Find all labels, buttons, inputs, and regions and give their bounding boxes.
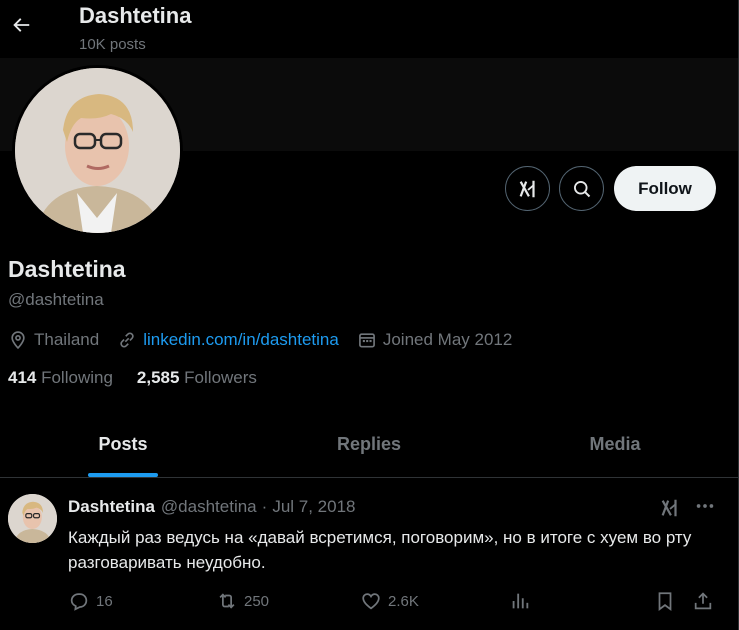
reply-button[interactable]: 16: [68, 590, 113, 612]
profile-stats: 414 Following 2,585 Followers: [8, 368, 281, 388]
views-button[interactable]: [509, 590, 537, 612]
joined-date: Joined May 2012: [357, 330, 512, 350]
followers-label: Followers: [184, 368, 257, 387]
website: linkedin.com/in/dashtetina: [117, 330, 339, 350]
avatar-photo: [15, 68, 180, 233]
location: Thailand: [8, 330, 99, 350]
tab-media[interactable]: Media: [492, 412, 738, 477]
joined-text: Joined May 2012: [382, 330, 513, 349]
link-icon: [120, 332, 134, 348]
like-button[interactable]: 2.6K: [360, 590, 419, 612]
profile-tabs: Posts Replies Media: [0, 412, 738, 478]
profile-meta: Thailand linkedin.com/in/dashtetina Join…: [8, 328, 530, 352]
tab-media-label: Media: [589, 434, 641, 454]
bookmark-button[interactable]: [654, 590, 682, 612]
search-button[interactable]: [559, 166, 604, 211]
tweet[interactable]: Dashtetina @dashtetina · Jul 7, 2018 Каж…: [0, 479, 738, 630]
tab-replies[interactable]: Replies: [246, 412, 492, 477]
following-label: Following: [41, 368, 113, 387]
profile-avatar[interactable]: [12, 65, 183, 236]
arrow-left-icon: [13, 18, 30, 32]
tweet-actions: 16 250 2.6K: [68, 590, 718, 614]
following-link[interactable]: 414 Following: [8, 368, 113, 388]
repost-icon: [219, 593, 235, 609]
reply-icon: [70, 593, 88, 611]
tweet-avatar[interactable]: [8, 494, 57, 543]
profile-handle: @dashtetina: [8, 290, 104, 309]
more-horizontal-icon: [696, 504, 714, 508]
followers-link[interactable]: 2,585 Followers: [137, 368, 257, 388]
top-bar: Dashtetina 10K posts: [0, 0, 738, 58]
following-count: 414: [8, 368, 42, 387]
repost-button[interactable]: 250: [216, 590, 269, 612]
tweet-author-name[interactable]: Dashtetina: [68, 497, 155, 517]
profile-column: Dashtetina 10K posts Follow Dashtetina @…: [0, 0, 739, 630]
page-title: Dashtetina: [79, 3, 192, 28]
tweet-header: Dashtetina @dashtetina · Jul 7, 2018: [68, 497, 356, 517]
heart-icon: [362, 593, 380, 610]
tweet-text: Каждый раз ведусь на «давай всретимся, п…: [68, 528, 692, 572]
reply-count: 16: [96, 592, 113, 610]
tweet-author-handle[interactable]: @dashtetina: [161, 497, 257, 517]
share-icon: [694, 592, 712, 610]
grok-icon: [519, 180, 535, 197]
tab-posts-label: Posts: [98, 434, 148, 454]
location-text: Thailand: [34, 330, 100, 349]
tweet-separator: ·: [261, 497, 268, 516]
tab-posts[interactable]: Posts: [0, 412, 246, 477]
bookmark-icon: [658, 592, 672, 611]
tweet-grok-button[interactable]: [659, 497, 681, 524]
profile-name: Dashtetina: [8, 256, 126, 282]
back-button[interactable]: [4, 8, 38, 42]
post-count: 10K posts: [79, 36, 146, 53]
calendar-icon: [358, 333, 375, 348]
share-button[interactable]: [692, 590, 720, 612]
search-icon: [573, 180, 590, 197]
follow-button[interactable]: Follow: [614, 166, 716, 211]
grok-button[interactable]: [505, 166, 550, 211]
tab-replies-label: Replies: [336, 434, 402, 454]
website-link[interactable]: linkedin.com/in/dashtetina: [143, 330, 339, 350]
tweet-date[interactable]: Jul 7, 2018: [272, 497, 355, 517]
tweet-more-button[interactable]: [694, 495, 716, 522]
repost-count: 250: [244, 592, 270, 610]
analytics-icon: [512, 593, 529, 609]
like-count: 2.6K: [388, 592, 419, 610]
location-pin-icon: [11, 331, 25, 350]
grok-icon: [661, 499, 677, 517]
followers-count: 2,585: [136, 368, 185, 387]
active-tab-indicator: [88, 473, 158, 477]
